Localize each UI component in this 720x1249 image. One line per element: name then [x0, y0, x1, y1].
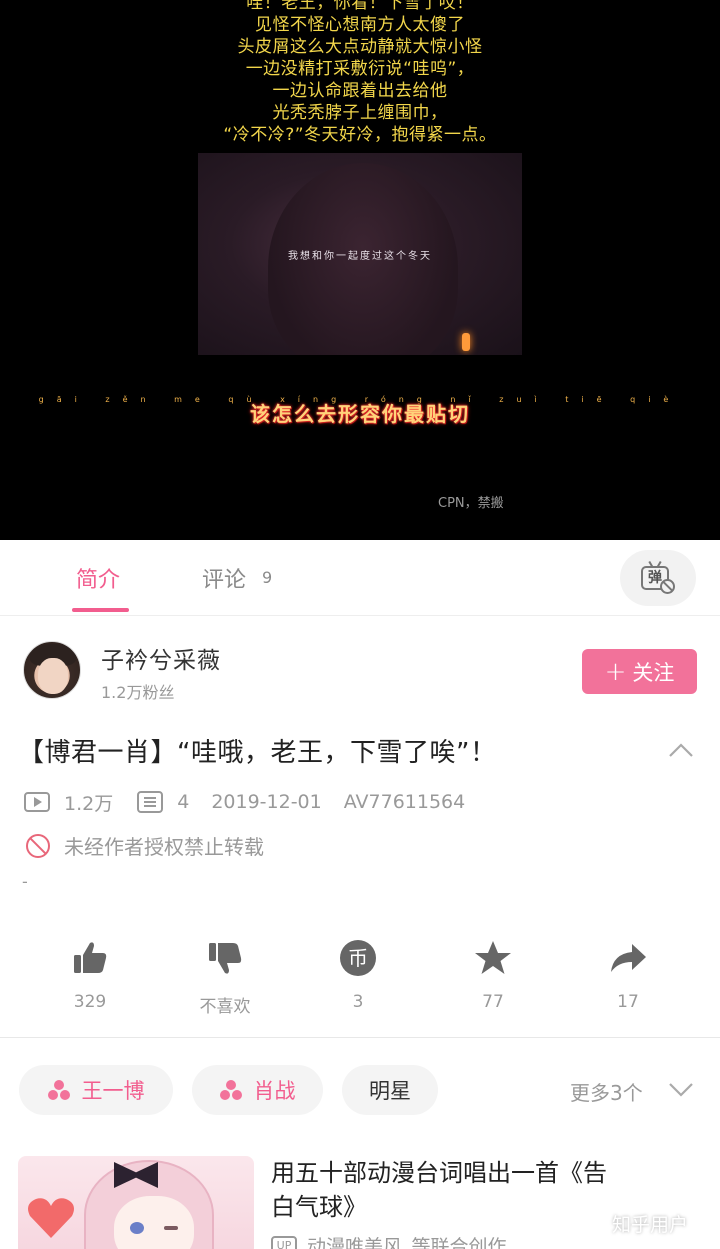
star-icon: [475, 941, 511, 974]
play-count-icon: [24, 792, 50, 812]
tag-label: 明星: [369, 1079, 411, 1103]
uploader-row: 子衿兮采薇 1.2万粉丝 + 关注: [0, 617, 720, 712]
lyric-line: 一边认命跟着出去给他: [272, 81, 448, 101]
chevron-up-icon[interactable]: [668, 742, 694, 758]
favorite-button[interactable]: 77: [443, 938, 543, 1012]
lyrics-overlay: 哇！老王，你看！下雪了哎！ 见怪不怪心想南方人太傻了 头皮屑这么大点动静就大惊小…: [0, 0, 720, 146]
follow-button[interactable]: + 关注: [582, 649, 697, 694]
publish-date: 2019-12-01: [211, 791, 322, 813]
video-description: -: [22, 872, 28, 891]
lyric-line: 光秃秃脖子上缠围巾，: [272, 103, 448, 123]
tag-row: 王一博 肖战 明星 更多3个: [0, 1065, 720, 1115]
ban-icon: [26, 833, 50, 858]
coin-count: 3: [352, 992, 364, 1012]
comments-count: 9: [262, 568, 273, 587]
channel-icon: [219, 1080, 242, 1100]
section-divider: [0, 1037, 720, 1038]
no-repost-notice: 未经作者授权禁止转载: [26, 831, 264, 860]
share-arrow-icon: [611, 944, 646, 972]
avatar[interactable]: [23, 641, 81, 699]
share-count: 17: [617, 992, 639, 1012]
lamp-light: [462, 333, 470, 351]
tag-label: 王一博: [81, 1079, 145, 1103]
watermark: 知乎用户: [612, 1214, 689, 1236]
lyric-line: 哇！老王，你看！下雪了哎！: [246, 0, 474, 13]
recommended-title[interactable]: 用五十部动漫台词唱出一首《告白气球》: [271, 1156, 611, 1224]
video-credit: CPN，禁搬: [438, 496, 504, 511]
video-meta: 1.2万 4 2019-12-01 AV77611564: [24, 789, 465, 815]
svg-text:币: 币: [348, 946, 368, 970]
no-repost-text: 未经作者授权禁止转载: [64, 835, 264, 859]
tag-chip[interactable]: 王一博: [19, 1065, 173, 1115]
tag-label: 肖战: [253, 1079, 296, 1103]
lyric-line: 一边没精打采敷衍说“哇呜”，: [245, 59, 475, 79]
follow-label: 关注: [632, 660, 675, 685]
recommended-uploader: 动漫唯美风_等联合创作: [307, 1236, 507, 1249]
inset-video-frame: 我想和你一起度过这个冬天: [198, 153, 522, 355]
lyric-line: 见怪不怪心想南方人太傻了: [255, 15, 465, 35]
video-player[interactable]: 哇！老王，你看！下雪了哎！ 见怪不怪心想南方人太傻了 头皮屑这么大点动静就大惊小…: [0, 0, 720, 540]
uploader-name[interactable]: 子衿兮采薇: [101, 641, 221, 675]
danmaku-count: 4: [177, 791, 190, 813]
coin-icon: 币: [340, 940, 376, 976]
action-bar: 329 不喜欢 币 3 77 17: [0, 938, 720, 1034]
more-tags-button[interactable]: 更多3个: [570, 1077, 643, 1106]
plus-icon: +: [604, 656, 627, 687]
dislike-label: 不喜欢: [199, 997, 251, 1017]
danmaku-toggle-button[interactable]: 弹: [620, 550, 696, 606]
lyric-line: 头皮屑这么大点动静就大惊小怪: [237, 37, 483, 57]
danmaku-count-icon: [137, 791, 164, 813]
like-button[interactable]: 329: [40, 938, 140, 1012]
share-button[interactable]: 17: [578, 938, 678, 1012]
tab-comments[interactable]: 评论: [202, 562, 246, 594]
tag-chip[interactable]: 明星: [342, 1065, 438, 1115]
inset-caption: 我想和你一起度过这个冬天: [288, 251, 432, 262]
tab-intro[interactable]: 简介: [76, 562, 120, 594]
chevron-down-icon[interactable]: [668, 1081, 694, 1099]
av-number: AV77611564: [343, 791, 466, 813]
karaoke-subtitle: 该怎么去形容你最贴切: [250, 402, 470, 426]
favorite-count: 77: [482, 992, 504, 1012]
heart-icon: [28, 1198, 74, 1238]
danmaku-off-icon: 弹: [639, 560, 677, 596]
fans-count: 1.2万粉丝: [101, 683, 175, 702]
recommended-meta: UP 动漫唯美风_等联合创作: [271, 1232, 507, 1249]
tag-chip[interactable]: 肖战: [192, 1065, 323, 1115]
up-badge-icon: UP: [271, 1235, 297, 1249]
thumbs-up-icon: [74, 942, 107, 973]
coin-button[interactable]: 币 3: [308, 938, 408, 1012]
tab-bar: 简介 评论 9 弹: [0, 540, 720, 616]
like-count: 329: [73, 992, 107, 1012]
lyric-line: “冷不冷?”冬天好冷，抱得紧一点。: [223, 125, 497, 145]
dislike-button[interactable]: 不喜欢: [175, 938, 275, 1017]
video-thumbnail[interactable]: [18, 1156, 254, 1249]
thumbs-down-icon: [209, 943, 242, 974]
view-count: 1.2万: [64, 792, 114, 815]
channel-icon: [47, 1080, 70, 1100]
video-title: 【博君一肖】“哇哦，老王，下雪了唉”！: [18, 738, 497, 768]
active-tab-indicator: [72, 608, 129, 612]
